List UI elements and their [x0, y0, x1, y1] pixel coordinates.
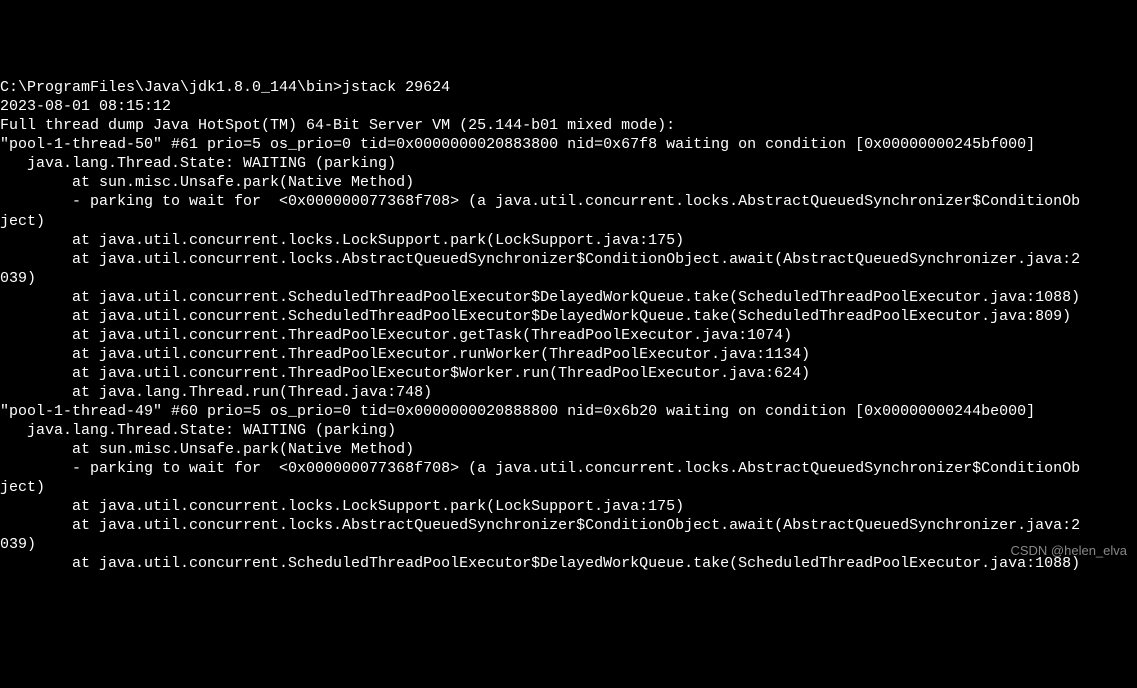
terminal-line: at java.util.concurrent.ScheduledThreadP…: [0, 554, 1137, 573]
watermark-text: CSDN @helen_elva: [1010, 543, 1127, 560]
terminal-line: at sun.misc.Unsafe.park(Native Method): [0, 173, 1137, 192]
terminal-line: 039): [0, 535, 1137, 554]
terminal-line: "pool-1-thread-50" #61 prio=5 os_prio=0 …: [0, 135, 1137, 154]
terminal-line: "pool-1-thread-49" #60 prio=5 os_prio=0 …: [0, 402, 1137, 421]
terminal-output[interactable]: C:\ProgramFiles\Java\jdk1.8.0_144\bin>js…: [0, 78, 1137, 573]
terminal-line: C:\ProgramFiles\Java\jdk1.8.0_144\bin>js…: [0, 78, 1137, 97]
terminal-line: - parking to wait for <0x000000077368f70…: [0, 192, 1137, 211]
terminal-line: at java.util.concurrent.locks.AbstractQu…: [0, 516, 1137, 535]
terminal-line: at java.util.concurrent.locks.AbstractQu…: [0, 250, 1137, 269]
terminal-line: at java.util.concurrent.ScheduledThreadP…: [0, 288, 1137, 307]
terminal-line: java.lang.Thread.State: WAITING (parking…: [0, 421, 1137, 440]
terminal-line: at java.lang.Thread.run(Thread.java:748): [0, 383, 1137, 402]
terminal-line: - parking to wait for <0x000000077368f70…: [0, 459, 1137, 478]
terminal-line: at java.util.concurrent.ScheduledThreadP…: [0, 307, 1137, 326]
terminal-line: at java.util.concurrent.locks.LockSuppor…: [0, 231, 1137, 250]
terminal-line: at java.util.concurrent.ThreadPoolExecut…: [0, 345, 1137, 364]
terminal-line: 2023-08-01 08:15:12: [0, 97, 1137, 116]
terminal-line: ject): [0, 478, 1137, 497]
terminal-line: java.lang.Thread.State: WAITING (parking…: [0, 154, 1137, 173]
terminal-line: ject): [0, 212, 1137, 231]
terminal-line: Full thread dump Java HotSpot(TM) 64-Bit…: [0, 116, 1137, 135]
terminal-line: at java.util.concurrent.locks.LockSuppor…: [0, 497, 1137, 516]
terminal-line: 039): [0, 269, 1137, 288]
terminal-line: at sun.misc.Unsafe.park(Native Method): [0, 440, 1137, 459]
terminal-line: at java.util.concurrent.ThreadPoolExecut…: [0, 364, 1137, 383]
terminal-line: at java.util.concurrent.ThreadPoolExecut…: [0, 326, 1137, 345]
